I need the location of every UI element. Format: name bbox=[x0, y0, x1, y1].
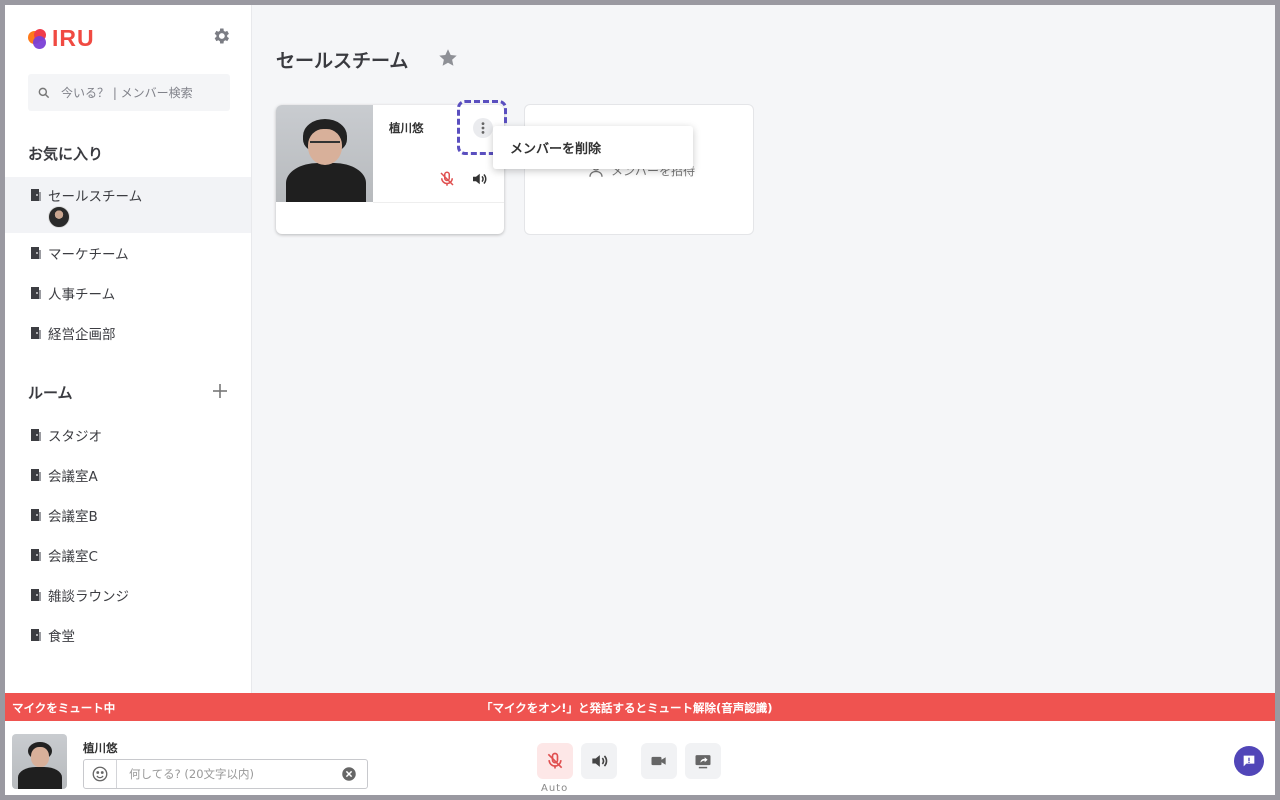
page-title: セールスチーム bbox=[276, 50, 409, 72]
footer-bar: 植川悠 Auto bbox=[5, 721, 1275, 795]
search-input[interactable] bbox=[59, 84, 223, 101]
sidebar-item-cafeteria[interactable]: 食堂 bbox=[5, 624, 251, 646]
camera-toggle-button[interactable] bbox=[641, 743, 677, 779]
mute-status-bar: マイクをミュート中 「マイクをオン!」と発話するとミュート解除(音声認識) bbox=[5, 693, 1275, 721]
sidebar-item-meeting-room-c[interactable]: 会議室C bbox=[5, 544, 251, 566]
chat-button[interactable] bbox=[1234, 746, 1264, 776]
add-room-icon[interactable] bbox=[211, 382, 229, 400]
gear-icon[interactable] bbox=[211, 26, 231, 46]
sidebar-item-meeting-room-a[interactable]: 会議室A bbox=[5, 464, 251, 486]
my-name: 植川悠 bbox=[83, 741, 118, 755]
sidebar-item-label: マーケチーム bbox=[48, 247, 129, 263]
sidebar-item-label: 食堂 bbox=[48, 629, 75, 645]
emoji-button[interactable] bbox=[84, 760, 117, 788]
member-name: 植川悠 bbox=[389, 121, 424, 135]
logo: IRU bbox=[28, 25, 95, 52]
door-icon bbox=[31, 549, 41, 561]
door-icon bbox=[31, 247, 41, 259]
my-avatar[interactable] bbox=[12, 734, 67, 789]
door-icon bbox=[31, 189, 41, 201]
mute-status-text: マイクをミュート中 bbox=[12, 701, 116, 715]
status-field[interactable] bbox=[83, 759, 368, 789]
sidebar-item-label: 会議室B bbox=[48, 509, 98, 525]
door-icon bbox=[31, 287, 41, 299]
door-icon bbox=[31, 509, 41, 521]
sidebar-item-label: セールスチーム bbox=[48, 189, 143, 205]
chat-icon bbox=[1243, 755, 1255, 767]
auto-label: Auto bbox=[541, 783, 569, 794]
door-icon bbox=[31, 327, 41, 339]
door-icon bbox=[31, 429, 41, 441]
context-menu: メンバーを削除 bbox=[493, 126, 693, 169]
door-icon bbox=[31, 629, 41, 641]
smiley-icon bbox=[92, 766, 108, 782]
sidebar-item-label: 雑談ラウンジ bbox=[48, 589, 129, 605]
invite-card[interactable]: メンバーを招待 bbox=[524, 104, 754, 235]
door-icon bbox=[31, 469, 41, 481]
status-input[interactable] bbox=[127, 766, 336, 782]
favorites-title: お気に入り bbox=[28, 145, 104, 163]
sidebar-item-sales-team[interactable]: セールスチーム bbox=[5, 177, 251, 233]
screen-share-icon bbox=[695, 755, 711, 769]
sidebar-item-management-planning[interactable]: 経営企画部 bbox=[5, 322, 251, 344]
speaker-icon[interactable] bbox=[470, 170, 488, 188]
sidebar-item-label: 経営企画部 bbox=[48, 327, 116, 343]
mic-off-icon bbox=[547, 752, 563, 769]
avatar[interactable] bbox=[48, 206, 70, 228]
favorite-star-icon[interactable] bbox=[437, 47, 459, 69]
logo-mark-icon bbox=[28, 28, 48, 50]
speaker-icon bbox=[592, 755, 608, 767]
sidebar-item-label: 会議室A bbox=[48, 469, 98, 485]
speaker-toggle-button[interactable] bbox=[581, 743, 617, 779]
sidebar-item-label: 人事チーム bbox=[48, 287, 116, 303]
sidebar-item-studio[interactable]: スタジオ bbox=[5, 424, 251, 446]
clear-icon[interactable] bbox=[340, 765, 358, 783]
search-icon bbox=[38, 87, 50, 98]
member-photo bbox=[276, 105, 373, 202]
member-search[interactable] bbox=[28, 74, 230, 111]
door-icon bbox=[31, 589, 41, 601]
mic-toggle-button[interactable] bbox=[537, 743, 573, 779]
sidebar-item-marketing-team[interactable]: マーケチーム bbox=[5, 242, 251, 264]
sidebar-item-lounge[interactable]: 雑談ラウンジ bbox=[5, 584, 251, 606]
sidebar-item-label: スタジオ bbox=[48, 429, 102, 445]
rooms-title: ルーム bbox=[28, 384, 73, 402]
menu-item-remove-member[interactable]: メンバーを削除 bbox=[510, 138, 601, 157]
sidebar: IRU お気に入り セールスチーム マーケチーム 人事チーム 経営企画 bbox=[5, 5, 252, 693]
video-camera-icon bbox=[651, 756, 666, 766]
logo-text: IRU bbox=[52, 25, 95, 51]
sidebar-item-hr-team[interactable]: 人事チーム bbox=[5, 282, 251, 304]
screen-share-button[interactable] bbox=[685, 743, 721, 779]
app-window: IRU お気に入り セールスチーム マーケチーム 人事チーム 経営企画 bbox=[5, 5, 1275, 795]
voice-unmute-hint: 「マイクをオン!」と発話するとミュート解除(音声認識) bbox=[481, 701, 773, 715]
sidebar-item-label: 会議室C bbox=[48, 549, 98, 565]
mic-off-icon bbox=[440, 171, 454, 186]
sidebar-item-meeting-room-b[interactable]: 会議室B bbox=[5, 504, 251, 526]
